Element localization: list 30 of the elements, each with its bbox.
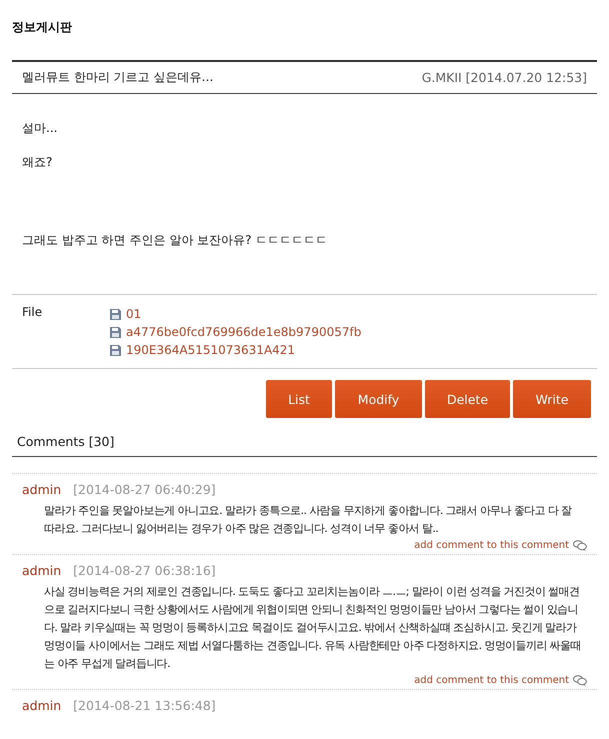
comment-text: 말라가 주인을 못알아보는게 아니고요. 말라가 종특으로.. 사람을 무지하게 좋아합니다. 그래서 아무나 좋다고 다 잘따라요. 그러다보니 잃어버리는 경우가 아주 많은 견종입니다. 성격이 너무 좋아서 탈.. bbox=[43, 503, 573, 537]
floppy-icon bbox=[110, 344, 121, 356]
file-link[interactable]: 190E364A5151073631A421 bbox=[126, 343, 296, 357]
floppy-icon bbox=[110, 326, 121, 338]
comment-author: admin bbox=[22, 562, 62, 578]
post-title: 멜러뮤트 한마리 기르고 싶은데유… bbox=[22, 69, 214, 86]
action-button[interactable]: Modify bbox=[335, 380, 422, 418]
comment-text: 사실 경비능력은 거의 제로인 견종입니다. 도둑도 좋다고 꼬리치는놈이라 ㅡ.ㅡ; 말라이 이런 성격을 거진것이 썰매견으로 길러지다보니 극한 상황에서도 사람에게 위협이되면 안되니 친화적인 멍멍이들만 남아서 그렇다는 썰이 있습니다. 말라 키우실때는 꼭 멍멍이 등록하시고요 목걸이도 걸어두시고요. 밖에서 산책하실떄 조심하시고. 웃긴게 말라가 멍멍이들 사이에서는 그래도 제법 서열다툼하는 견종입니다. 유독 사람한테만 아주 다정하지요. 멍멍이들끼리 싸울때는 아주 무섭게 달려듭니다. bbox=[43, 584, 582, 672]
reply-link[interactable]: add comment to this comment bbox=[414, 540, 569, 551]
floppy-icon bbox=[110, 308, 121, 320]
file-link[interactable]: 01 bbox=[126, 307, 142, 321]
comments-header: Comments [30] bbox=[12, 434, 597, 457]
board-title: 정보게시판 bbox=[12, 19, 73, 36]
post-paragraph: 그래도 밥주고 하면 주인은 알아 보잔아유? ㄷㄷㄷㄷㄷㄷ bbox=[22, 232, 328, 249]
action-button[interactable]: Write bbox=[513, 380, 591, 418]
speech-bubbles-icon bbox=[573, 675, 587, 686]
comment-date: [2014-08-27 06:40:29] bbox=[73, 482, 216, 496]
action-button[interactable]: Delete bbox=[425, 380, 510, 418]
comment-author: admin bbox=[22, 698, 62, 712]
post-author-date: G.MKII [2014.07.20 12:53] bbox=[422, 70, 587, 85]
action-button[interactable]: List bbox=[266, 380, 332, 418]
post-paragraph: 왜죠? bbox=[22, 154, 54, 171]
reply-link[interactable]: add comment to this comment bbox=[414, 675, 569, 686]
post-paragraph: 설마... bbox=[22, 120, 58, 137]
comment-date: [2014-08-21 13:56:48] bbox=[73, 698, 216, 712]
comment-author: admin bbox=[22, 482, 62, 496]
file-label: File bbox=[22, 305, 44, 321]
speech-bubbles-icon bbox=[573, 540, 587, 551]
file-link[interactable]: a4776be0fcd769966de1e8b9790057fb bbox=[126, 325, 362, 339]
comment-date: [2014-08-27 06:38:16] bbox=[73, 562, 216, 578]
